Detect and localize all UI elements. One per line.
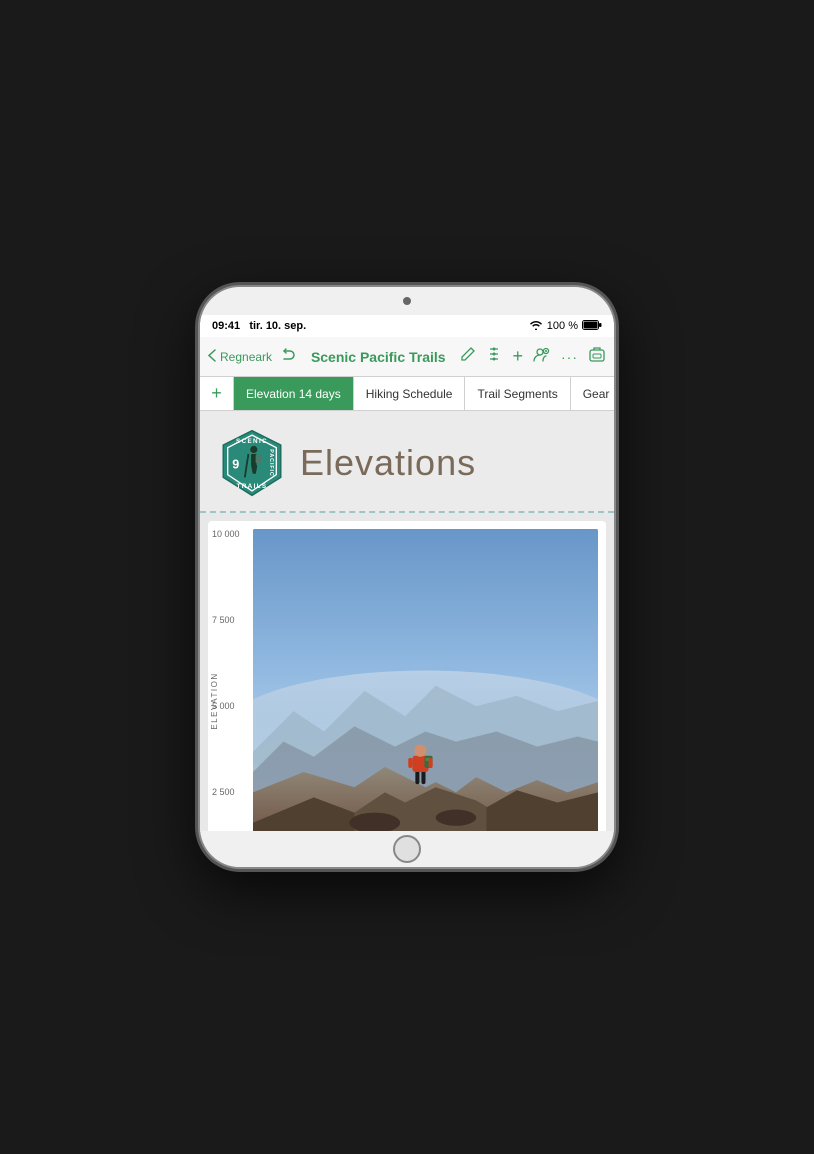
format-icon[interactable]: [486, 346, 502, 367]
toolbar-actions: + ···: [460, 346, 606, 367]
device-bottom-bar: [200, 831, 614, 867]
battery-text: 100 %: [547, 320, 578, 332]
header-title-area: Elevations: [300, 442, 476, 484]
sheet-header: SCENIC PACIFIC TRAILS 9 Elevations: [200, 411, 614, 513]
camera-dot: [403, 297, 411, 305]
add-sheet-button[interactable]: +: [200, 377, 234, 410]
tab-gear-label: Gear: [583, 387, 610, 401]
svg-text:PACIFIC: PACIFIC: [268, 449, 274, 476]
ipad-device: 09:41 tir. 10. sep. 100 %: [200, 287, 614, 867]
screen: 09:41 tir. 10. sep. 100 %: [200, 315, 614, 831]
y-axis-title: ELEVATION: [210, 672, 219, 729]
tab-elevation-label: Elevation 14 days: [246, 387, 341, 401]
home-button[interactable]: [393, 835, 421, 863]
status-time: 09:41 tir. 10. sep.: [212, 320, 306, 332]
collaborate-icon[interactable]: [533, 346, 551, 367]
svg-text:SCENIC: SCENIC: [236, 438, 268, 445]
y-label-7500: 7 500: [212, 615, 240, 625]
svg-text:TRAILS: TRAILS: [237, 483, 268, 490]
page-title: Elevations: [300, 442, 476, 484]
add-element-icon[interactable]: +: [512, 346, 523, 367]
more-icon[interactable]: ···: [561, 349, 578, 365]
y-label-2500: 2 500: [212, 787, 240, 797]
pen-icon[interactable]: [460, 346, 476, 367]
back-label: Regneark: [220, 350, 272, 364]
main-content: SCENIC PACIFIC TRAILS 9 Elevations 10 00…: [200, 411, 614, 831]
back-button[interactable]: Regneark: [208, 347, 296, 366]
tab-hiking[interactable]: Hiking Schedule: [354, 377, 466, 410]
date-display: tir. 10. sep.: [249, 320, 306, 332]
tab-gear[interactable]: Gear: [571, 377, 614, 410]
toolbar: Regneark Scenic Pacific Trails: [200, 337, 614, 377]
tab-elevation[interactable]: Elevation 14 days: [234, 377, 354, 410]
svg-text:9: 9: [232, 457, 239, 471]
tabs-bar: + Elevation 14 days Hiking Schedule Trai…: [200, 377, 614, 411]
doc-title: Scenic Pacific Trails: [296, 349, 460, 365]
undo-icon[interactable]: [280, 347, 296, 366]
share-icon[interactable]: [588, 346, 606, 367]
chart-photo: [253, 529, 598, 831]
tab-hiking-label: Hiking Schedule: [366, 387, 453, 401]
tab-trail-segments-label: Trail Segments: [477, 387, 557, 401]
trails-logo: SCENIC PACIFIC TRAILS 9: [216, 427, 288, 499]
chart-container: 10 000 7 500 5 000 2 500 ELEVATION: [208, 521, 606, 831]
status-bar: 09:41 tir. 10. sep. 100 %: [200, 315, 614, 337]
battery-icon: [582, 320, 602, 333]
time-display: 09:41: [212, 320, 240, 332]
wifi-icon: [529, 320, 543, 333]
status-right: 100 %: [529, 320, 602, 333]
tab-trail-segments[interactable]: Trail Segments: [465, 377, 570, 410]
y-label-10000: 10 000: [212, 529, 240, 539]
device-top-bar: [200, 287, 614, 315]
back-icon: [208, 349, 216, 365]
